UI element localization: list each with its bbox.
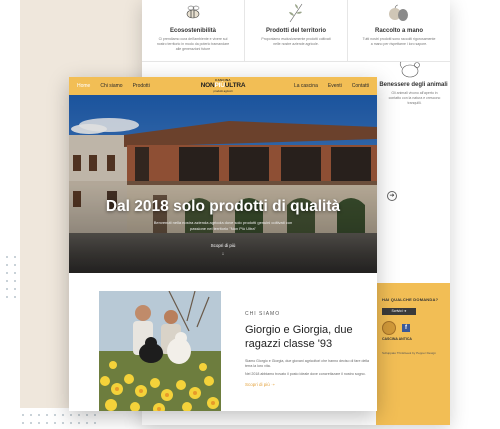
footer-credit: Sviluppato ThinkGeek by Pepper Design bbox=[382, 351, 436, 355]
logo-word: NON bbox=[200, 82, 215, 89]
feature-card: Ecosostenibilità Ci prendiamo cura dell'… bbox=[142, 0, 245, 61]
dot bbox=[94, 422, 96, 424]
dot bbox=[46, 414, 48, 416]
nav-la-cascina[interactable]: La cascina bbox=[294, 83, 318, 89]
section-eyebrow: CHI SIAMO bbox=[245, 311, 281, 317]
feature-title: Ecosostenibilità bbox=[169, 28, 216, 34]
nav-contatti[interactable]: Contatti bbox=[352, 83, 369, 89]
feature-description: Ci prendiamo cura dell'ambiente e vivere… bbox=[156, 37, 230, 51]
dot bbox=[62, 414, 64, 416]
dot bbox=[78, 422, 80, 424]
dot bbox=[14, 288, 16, 290]
hen-icon bbox=[397, 60, 423, 85]
dot bbox=[14, 256, 16, 258]
arrow-down-icon[interactable]: ↓ bbox=[69, 251, 377, 257]
dot bbox=[38, 422, 40, 424]
badge-label: CASCINA ANTICA bbox=[382, 337, 412, 341]
logo-word: ULTRA bbox=[224, 82, 246, 89]
dot bbox=[14, 296, 16, 298]
dot bbox=[14, 264, 16, 266]
hero-subtitle: Benvenuti nella nostra azienda agricola … bbox=[153, 220, 293, 231]
dot bbox=[86, 422, 88, 424]
dot bbox=[62, 422, 64, 424]
dot bbox=[86, 414, 88, 416]
hero-section: Dal 2018 solo prodotti di qualità Benven… bbox=[69, 95, 377, 273]
dot bbox=[30, 422, 32, 424]
contact-cta: HAI QUALCHE DOMANDA? Scrivici ➔ f CASCIN… bbox=[376, 283, 450, 425]
dot bbox=[6, 264, 8, 266]
dot bbox=[30, 414, 32, 416]
dot bbox=[6, 296, 8, 298]
feature-title: Prodotti del territorio bbox=[266, 28, 326, 34]
decorative-dots bbox=[22, 414, 96, 424]
nav-prodotti[interactable]: Prodotti bbox=[133, 83, 150, 89]
dot bbox=[38, 414, 40, 416]
feature-card: Raccolto a mano Tutti nostri prodotti so… bbox=[348, 0, 450, 61]
hero-more-link[interactable]: Scopri di più bbox=[69, 243, 377, 248]
dot bbox=[22, 414, 24, 416]
dot bbox=[6, 288, 8, 290]
about-title: Giorgio e Giorgia, due ragazzi classe '9… bbox=[245, 324, 353, 351]
nav-home[interactable]: Home bbox=[77, 83, 90, 89]
nav-chi-siamo[interactable]: Chi siamo bbox=[100, 83, 122, 89]
navbar: Home Chi siamo Prodotti CASCINA NONPIÙUL… bbox=[69, 77, 377, 95]
logo-word: PIÙ bbox=[214, 82, 225, 89]
logo-tagline: prodotti agricoli bbox=[213, 89, 233, 93]
feature-description: Proponiamo esclusivamente prodotti colti… bbox=[261, 37, 331, 46]
feature-card: Prodotti del territorio Proponiamo esclu… bbox=[245, 0, 348, 61]
dot bbox=[78, 414, 80, 416]
logo-wordmark: NONPIÙULTRA bbox=[199, 82, 247, 89]
feature-description: Tutti nostri prodotti sono raccolti rigo… bbox=[362, 37, 436, 46]
produce-icon bbox=[348, 2, 450, 24]
about-paragraph: Siamo Giorgio e Giorgia, due giovani agr… bbox=[245, 358, 370, 369]
founders-photo bbox=[99, 291, 221, 411]
facebook-icon[interactable]: f bbox=[402, 324, 410, 332]
decorative-dots bbox=[6, 256, 16, 298]
nav-eventi[interactable]: Eventi bbox=[328, 83, 342, 89]
bee-icon bbox=[142, 2, 244, 24]
dot bbox=[14, 280, 16, 282]
brand-logo[interactable]: CASCINA NONPIÙULTRA prodotti agricoli bbox=[199, 78, 247, 94]
cta-question: HAI QUALCHE DOMANDA? bbox=[382, 297, 439, 302]
cta-logos: f bbox=[382, 321, 450, 335]
dot bbox=[46, 422, 48, 424]
herb-icon bbox=[245, 2, 347, 24]
dot bbox=[54, 414, 56, 416]
dot bbox=[22, 422, 24, 424]
front-page-mockup: Home Chi siamo Prodotti CASCINA NONPIÙUL… bbox=[69, 77, 377, 411]
feature-title: Raccolto a mano bbox=[374, 28, 423, 34]
dot bbox=[70, 414, 72, 416]
hero-title: Dal 2018 solo prodotti di qualità bbox=[105, 198, 341, 215]
dot bbox=[6, 280, 8, 282]
write-us-button[interactable]: Scrivici ➔ bbox=[382, 308, 416, 315]
carousel-next-button[interactable]: ➔ bbox=[387, 191, 397, 201]
dot bbox=[14, 272, 16, 274]
about-section: CHI SIAMO Giorgio e Giorgia, due ragazzi… bbox=[69, 273, 377, 411]
about-text: CHI SIAMO Giorgio e Giorgia, due ragazzi… bbox=[245, 311, 373, 388]
dot bbox=[94, 414, 96, 416]
cascina-badge-icon bbox=[382, 321, 396, 335]
dot bbox=[6, 256, 8, 258]
dot bbox=[6, 272, 8, 274]
dot bbox=[54, 422, 56, 424]
features-row: Ecosostenibilità Ci prendiamo cura dell'… bbox=[142, 0, 450, 62]
feature-description: Gli animali vivono all'aperto in contatt… bbox=[388, 91, 441, 105]
dot bbox=[70, 422, 72, 424]
about-paragraph: Nel 2018 abbiamo trovato il posto ideale… bbox=[245, 371, 366, 376]
about-more-link[interactable]: Scopri di più ➝ bbox=[245, 382, 373, 388]
